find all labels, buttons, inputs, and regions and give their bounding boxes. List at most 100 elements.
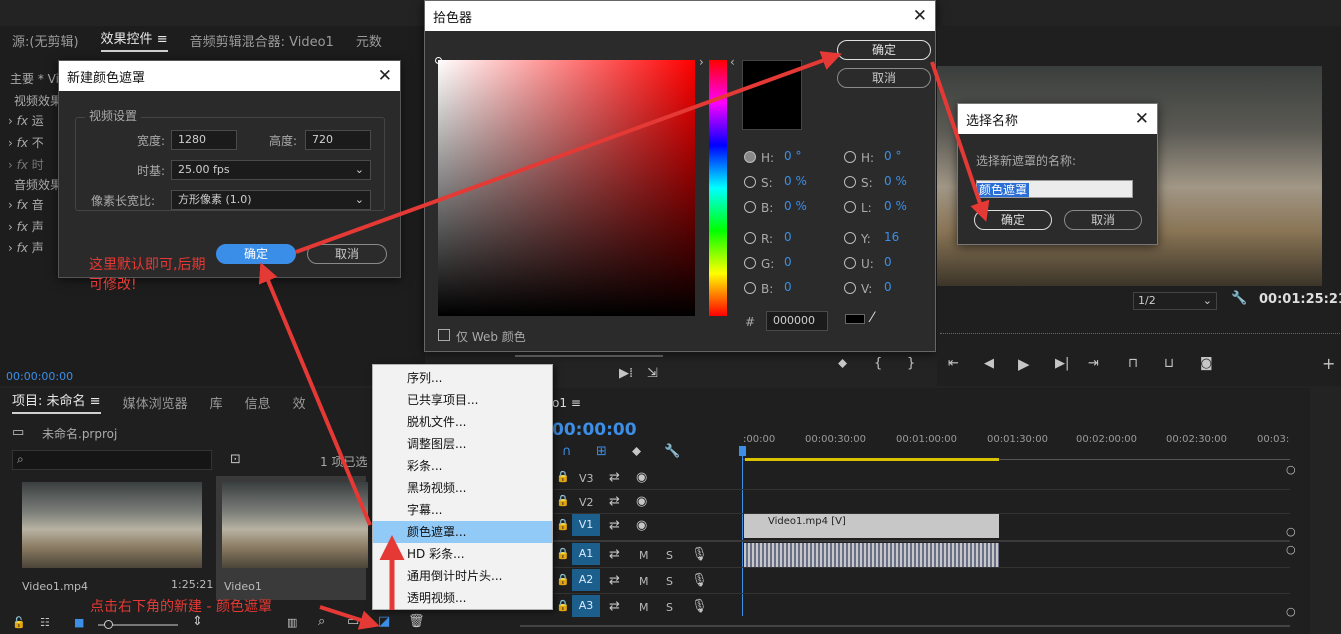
- menu-item-shared-project[interactable]: 已共享项目...: [373, 389, 552, 411]
- cancel-button[interactable]: 取消: [1064, 210, 1142, 230]
- u-value[interactable]: 0: [884, 255, 892, 269]
- export-frame-icon[interactable]: ⇲: [647, 366, 658, 381]
- lock-icon[interactable]: 🔒: [556, 518, 570, 531]
- menu-item-hd-bars[interactable]: HD 彩条...: [373, 543, 552, 565]
- hamburger-icon[interactable]: ≡: [90, 394, 101, 409]
- tab-effect-controls[interactable]: 效果控件 ≡: [100, 28, 168, 52]
- close-icon[interactable]: ✕: [1135, 109, 1149, 129]
- y-value[interactable]: 16: [884, 230, 899, 244]
- step-forward-icon[interactable]: ▶|: [1055, 356, 1069, 371]
- track-target-v1[interactable]: V1: [572, 514, 600, 536]
- track-target-a1[interactable]: A1: [572, 543, 600, 565]
- tab-project[interactable]: 项目: 未命名 ≡: [12, 390, 101, 414]
- go-to-out-icon[interactable]: ⇥: [1088, 356, 1099, 371]
- pixel-aspect-select[interactable]: 方形像素 (1.0) ⌄: [171, 190, 371, 210]
- scroll-handle-icon[interactable]: ○: [1286, 525, 1296, 538]
- add-marker-icon[interactable]: ⬥: [632, 444, 641, 459]
- tab-metadata[interactable]: 元数: [356, 31, 382, 50]
- eye-icon[interactable]: ◉: [636, 494, 647, 509]
- g-value[interactable]: 0: [784, 255, 792, 269]
- mic-icon[interactable]: 🎙: [691, 573, 708, 588]
- menu-item-adjustment-layer[interactable]: 调整图层...: [373, 433, 552, 455]
- lock-icon[interactable]: 🔒: [556, 547, 570, 560]
- menu-item-sequence[interactable]: 序列...: [373, 367, 552, 389]
- timeline-scrollbar[interactable]: [520, 625, 1290, 627]
- timeline-timecode[interactable]: 00:00:00: [552, 420, 637, 440]
- sync-lock-icon[interactable]: ⇄: [609, 494, 620, 509]
- program-ruler[interactable]: [940, 322, 1340, 334]
- track-target-a3[interactable]: A3: [572, 595, 600, 617]
- s-radio[interactable]: [744, 176, 756, 188]
- effect-row[interactable]: › fx 时: [8, 156, 44, 173]
- find-icon[interactable]: ⌕: [318, 614, 325, 629]
- eyedropper-icon[interactable]: ⁄: [871, 310, 873, 326]
- menu-item-caption[interactable]: 字幕...: [373, 499, 552, 521]
- eye-icon[interactable]: ◉: [636, 470, 647, 485]
- hsl-s-value[interactable]: 0 %: [884, 174, 907, 188]
- s-value[interactable]: 0 %: [784, 174, 807, 188]
- name-field[interactable]: 颜色遮罩: [976, 180, 1133, 198]
- v-radio[interactable]: [844, 282, 856, 294]
- b-rgb-radio[interactable]: [744, 282, 756, 294]
- b-rgb-value[interactable]: 0: [784, 280, 792, 294]
- ok-button[interactable]: 确定: [216, 244, 296, 264]
- hsl-l-radio[interactable]: [844, 201, 856, 213]
- hamburger-icon[interactable]: ≡: [157, 32, 168, 47]
- u-radio[interactable]: [844, 257, 856, 269]
- lock-icon[interactable]: 🔒: [556, 599, 570, 612]
- mic-icon[interactable]: 🎙: [691, 599, 708, 614]
- menu-item-color-matte[interactable]: 颜色遮罩...: [373, 521, 552, 543]
- lift-icon[interactable]: ⊓: [1128, 356, 1138, 371]
- hsl-h-value[interactable]: 0 °: [884, 149, 901, 163]
- zoom-select[interactable]: 1/2 ⌄: [1133, 292, 1217, 310]
- hsl-s-radio[interactable]: [844, 176, 856, 188]
- list-view-icon[interactable]: ☷: [40, 616, 50, 629]
- y-radio[interactable]: [844, 232, 856, 244]
- wrench-icon[interactable]: 🔧: [1231, 291, 1247, 306]
- camera-icon[interactable]: ◙: [1200, 356, 1213, 371]
- snap-icon[interactable]: ∩: [562, 444, 572, 459]
- b-radio[interactable]: [744, 201, 756, 213]
- color-field[interactable]: [438, 60, 695, 316]
- hue-slider[interactable]: [709, 60, 727, 316]
- tab-source[interactable]: 源:(无剪辑): [12, 31, 79, 50]
- height-field[interactable]: 720: [305, 130, 371, 150]
- mute-button[interactable]: M: [639, 601, 649, 614]
- icon-view-icon[interactable]: ■: [74, 616, 84, 629]
- solo-button[interactable]: S: [666, 601, 673, 614]
- b-value[interactable]: 0 %: [784, 199, 807, 213]
- ok-button[interactable]: 确定: [837, 40, 931, 60]
- insert-icon[interactable]: ▶⁞: [619, 366, 633, 381]
- project-search-input[interactable]: ⌕: [12, 450, 212, 470]
- sync-lock-icon[interactable]: ⇄: [609, 518, 620, 533]
- sync-lock-icon[interactable]: ⇄: [609, 599, 620, 614]
- mark-in-icon[interactable]: {: [874, 356, 882, 371]
- new-item-icon[interactable]: ◪: [378, 614, 390, 629]
- cancel-button[interactable]: 取消: [307, 244, 387, 264]
- solo-button[interactable]: S: [666, 549, 673, 562]
- color-field-marker[interactable]: [435, 57, 442, 64]
- hsl-l-value[interactable]: 0 %: [884, 199, 907, 213]
- scroll-handle-icon[interactable]: ○: [1286, 543, 1296, 556]
- menu-item-bars-tone[interactable]: 彩条...: [373, 455, 552, 477]
- program-timecode[interactable]: 00:01:25:21: [1259, 292, 1341, 307]
- lock-icon[interactable]: 🔓: [12, 616, 26, 629]
- play-icon[interactable]: ▶: [1018, 355, 1030, 373]
- sync-lock-icon[interactable]: ⇄: [609, 573, 620, 588]
- extract-icon[interactable]: ⊔: [1164, 356, 1174, 371]
- menu-item-transparent-video[interactable]: 透明视频...: [373, 587, 552, 609]
- mark-out-icon[interactable]: }: [907, 356, 915, 371]
- go-to-in-icon[interactable]: ⇤: [948, 356, 959, 371]
- h-value[interactable]: 0 °: [784, 149, 801, 163]
- close-icon[interactable]: ✕: [378, 66, 392, 86]
- h-radio[interactable]: [744, 151, 756, 163]
- playhead-handle[interactable]: [739, 446, 746, 456]
- hsl-h-radio[interactable]: [844, 151, 856, 163]
- video-clip[interactable]: Video1.mp4 [V]: [744, 514, 999, 538]
- menu-item-countdown[interactable]: 通用倒计时片头...: [373, 565, 552, 587]
- web-only-checkbox[interactable]: [438, 329, 450, 341]
- mute-button[interactable]: M: [639, 575, 649, 588]
- solo-button[interactable]: S: [666, 575, 673, 588]
- tab-media-browser[interactable]: 媒体浏览器: [123, 393, 188, 412]
- tab-info[interactable]: 信息: [245, 393, 271, 412]
